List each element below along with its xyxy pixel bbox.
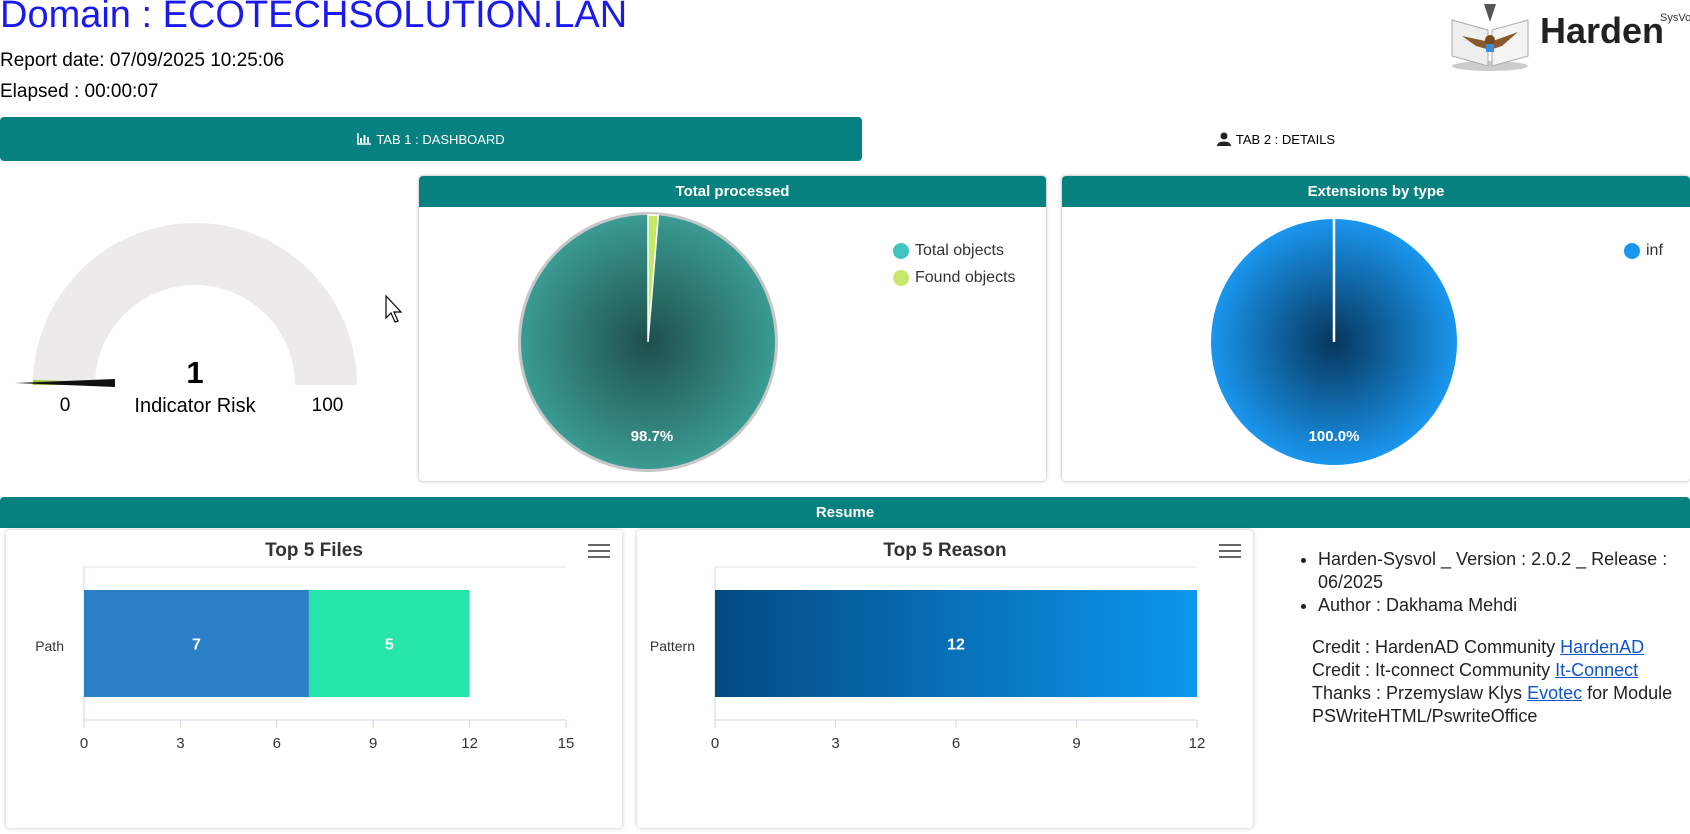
x-tick-label: 15 [558, 735, 575, 752]
thanks-text: Thanks : Przemyslaw Klys [1312, 683, 1528, 703]
pie-data-label: 98.7% [631, 428, 674, 445]
bar-data-label: 5 [385, 637, 394, 654]
legend-label: Found objects [915, 269, 1016, 286]
credit-text: Credit : It-connect Community [1312, 660, 1556, 680]
x-tick-label: 9 [1072, 735, 1080, 752]
bar-data-label: 12 [947, 637, 965, 654]
tab-details[interactable]: TAB 2 : DETAILS [862, 117, 1690, 161]
gauge-max-label: 100 [311, 395, 344, 416]
domain-title: Domain : ECOTECHSOLUTION.LAN [0, 0, 628, 36]
x-tick-label: 0 [711, 735, 719, 752]
hardenad-link[interactable]: HardenAD [1560, 637, 1644, 657]
total-processed-header: Total processed [419, 176, 1046, 207]
top-files-plot: 0 3 6 9 12 15 Path 7 5 [35, 566, 575, 752]
extensions-pie: 100.0% [1211, 219, 1457, 465]
legend-label: inf [1646, 242, 1663, 259]
about-info: Harden-Sysvol _ Version : 2.0.2 _ Releas… [1298, 548, 1690, 728]
x-tick-label: 12 [1189, 735, 1206, 752]
tab-bar: TAB 1 : DASHBOARD TAB 2 : DETAILS [0, 117, 1690, 161]
tab-details-label: TAB 2 : DETAILS [1235, 131, 1336, 147]
credit-itconnect: Credit : It-connect Community It-Connect [1298, 659, 1690, 682]
version-info: Harden-Sysvol _ Version : 2.0.2 _ Releas… [1318, 548, 1690, 594]
itconnect-link[interactable]: It-Connect [1555, 660, 1638, 680]
gauge-min-label: 0 [59, 395, 71, 416]
thanks-evotec: Thanks : Przemyslaw Klys Evotec for Modu… [1298, 682, 1690, 728]
total-processed-panel: Total processed 98.7% Total objects Foun… [419, 176, 1046, 481]
pie-data-label: 100.0% [1309, 428, 1360, 445]
legend-inf[interactable]: inf [1624, 242, 1663, 260]
legend-dot-icon [893, 270, 909, 286]
user-icon [1216, 132, 1231, 146]
legend-found-objects[interactable]: Found objects [893, 269, 1016, 287]
x-tick-label: 6 [273, 735, 281, 752]
tab-dashboard-label: TAB 1 : DASHBOARD [376, 131, 505, 147]
category-label: Pattern [650, 638, 695, 654]
credit-hardenad: Credit : HardenAD Community HardenAD [1298, 636, 1690, 659]
x-tick-label: 6 [952, 735, 960, 752]
legend-total-objects[interactable]: Total objects [893, 242, 1004, 260]
category-label: Path [35, 638, 64, 654]
book-eagle-icon [1451, 4, 1529, 71]
logo-text: Harden [1540, 10, 1665, 51]
bar-chart-icon [357, 133, 372, 145]
legend-label: Total objects [915, 242, 1004, 259]
gauge-value: 1 [186, 355, 204, 390]
bar-data-label: 7 [192, 637, 201, 654]
resume-header: Resume [0, 497, 1690, 528]
legend-dot-icon [893, 243, 909, 259]
harden-logo: Harden SysVo [1444, 0, 1690, 72]
x-tick-label: 3 [176, 735, 184, 752]
author-info: Author : Dakhama Mehdi [1318, 594, 1690, 617]
x-tick-label: 9 [369, 735, 377, 752]
legend-dot-icon [1624, 243, 1640, 259]
logo-superscript: SysVo [1660, 12, 1690, 24]
tab-dashboard[interactable]: TAB 1 : DASHBOARD [0, 117, 862, 161]
x-tick-label: 0 [80, 735, 88, 752]
x-tick-label: 12 [461, 735, 478, 752]
x-tick-label: 3 [831, 735, 839, 752]
mouse-cursor-icon [385, 295, 403, 323]
top-reason-chart: Top 5 Reason 0 3 6 9 12 Pattern 12 [637, 530, 1253, 828]
evotec-link[interactable]: Evotec [1527, 683, 1582, 703]
extensions-by-type-panel: Extensions by type 100.0% inf [1062, 176, 1690, 481]
top-reason-plot: 0 3 6 9 12 Pattern 12 [650, 566, 1206, 752]
extensions-header: Extensions by type [1062, 176, 1690, 207]
risk-gauge [15, 223, 357, 387]
gauge-caption: Indicator Risk [134, 395, 256, 417]
report-date: Report date: 07/09/2025 10:25:06 [0, 50, 285, 71]
elapsed-time: Elapsed : 00:00:07 [0, 81, 159, 102]
credit-text: Credit : HardenAD Community [1312, 637, 1561, 657]
top-files-chart: Top 5 Files 0 3 6 9 12 15 Path 7 5 [6, 530, 622, 828]
